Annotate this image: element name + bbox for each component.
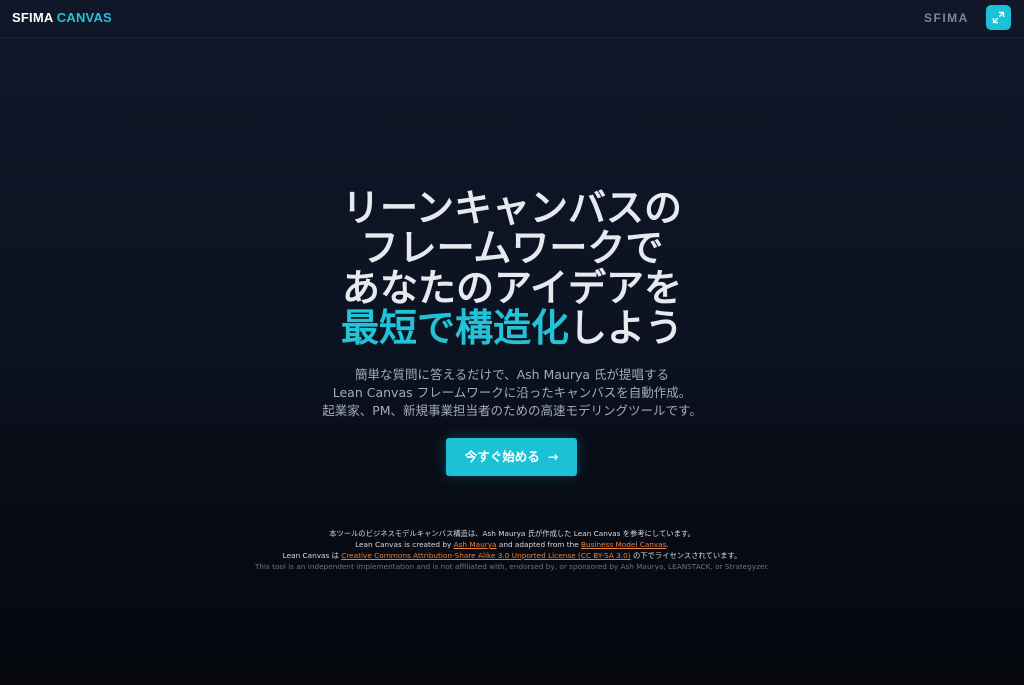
- subtitle-line-1: 簡単な質問に答えるだけで、Ash Maurya 氏が提唱する: [354, 367, 670, 382]
- footer-line-2: Lean Canvas is created by Ash Maurya and…: [0, 539, 1024, 550]
- cc-license-link[interactable]: Creative Commons Attribution-Share Alike…: [341, 551, 630, 560]
- expand-button[interactable]: [986, 5, 1011, 30]
- headline-line-4: 最短で構造化しよう: [0, 308, 1024, 348]
- arrow-right-icon: →: [547, 449, 559, 464]
- brand-mark: SFIMA: [924, 11, 969, 25]
- top-bar: SFIMA CANVAS SFIMA: [0, 0, 1024, 38]
- footer-line-2-pre: Lean Canvas is created by: [355, 540, 454, 549]
- ash-maurya-link[interactable]: Ash Maurya: [454, 540, 497, 549]
- subtitle-line-3: 起業家、PM、新規事業担当者のための高速モデリングツールです。: [322, 403, 702, 418]
- headline-line-1: リーンキャンバスの: [341, 186, 683, 230]
- headline-accent: 最短で構造化: [340, 306, 569, 350]
- headline-tail: しよう: [569, 306, 684, 350]
- hero-subtitle: 簡単な質問に答えるだけで、Ash Maurya 氏が提唱する Lean Canv…: [0, 366, 1024, 420]
- hero-section: リーンキャンバスの フレームワークで あなたのアイデアを 最短で構造化しよう 簡…: [0, 188, 1024, 420]
- logo-accent: CANVAS: [56, 10, 112, 25]
- footer-line-2-mid: and adapted from the: [496, 540, 582, 549]
- hero-headline: リーンキャンバスの フレームワークで あなたのアイデアを 最短で構造化しよう: [0, 188, 1024, 348]
- expand-icon: [992, 11, 1005, 24]
- attribution-footer: 本ツールのビジネスモデルキャンバス構造は、Ash Maurya 氏が作成した L…: [0, 528, 1024, 572]
- footer-line-3: Lean Canvas は Creative Commons Attributi…: [0, 550, 1024, 561]
- footer-line-2-post: .: [666, 540, 669, 549]
- headline-line-2: フレームワークで: [360, 226, 664, 270]
- footer-line-3-pre: Lean Canvas は: [282, 551, 342, 560]
- footer-disclaimer: This tool is an independent implementati…: [254, 562, 770, 571]
- footer-line-3-post: の下でライセンスされています。: [630, 551, 742, 560]
- subtitle-line-2: Lean Canvas フレームワークに沿ったキャンバスを自動作成。: [332, 385, 692, 400]
- start-now-label: 今すぐ始める: [464, 449, 540, 464]
- start-now-button[interactable]: 今すぐ始める →: [446, 438, 577, 476]
- business-model-canvas-link[interactable]: Business Model Canvas: [581, 540, 667, 549]
- app-logo[interactable]: SFIMA CANVAS: [12, 10, 112, 25]
- footer-line-1: 本ツールのビジネスモデルキャンバス構造は、Ash Maurya 氏が作成した L…: [329, 529, 695, 538]
- headline-line-3: あなたのアイデアを: [341, 266, 683, 310]
- logo-primary: SFIMA: [12, 10, 53, 25]
